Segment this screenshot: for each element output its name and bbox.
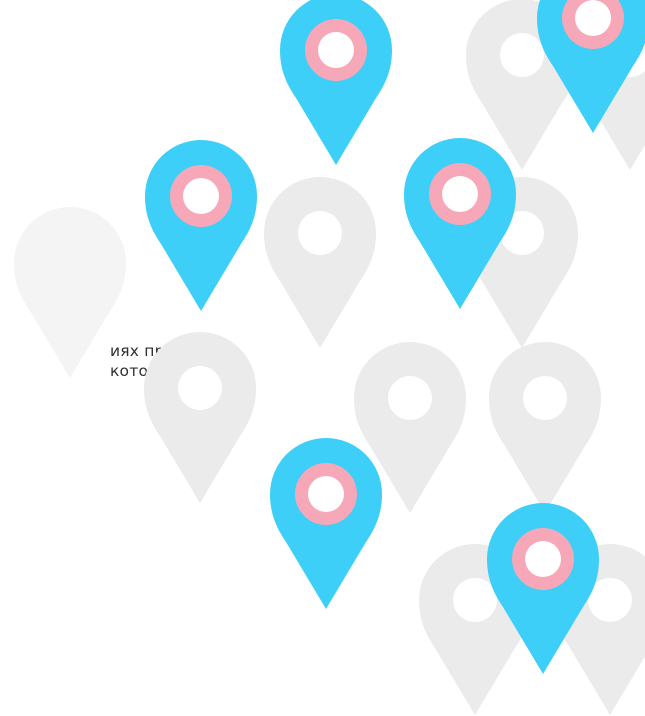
map-marker-icon-grey-5 [144,332,256,503]
map-marker-icon-blue-5 [270,438,382,609]
map-marker-icon-faint [14,207,126,378]
map-marker-icon-blue-3 [145,140,257,311]
map-marker-icon-blue-1 [280,0,392,165]
map-marker-icon-grey-7 [489,342,601,513]
map-marker-icon-grey-3 [264,177,376,348]
map-pins-illustration [14,0,645,715]
